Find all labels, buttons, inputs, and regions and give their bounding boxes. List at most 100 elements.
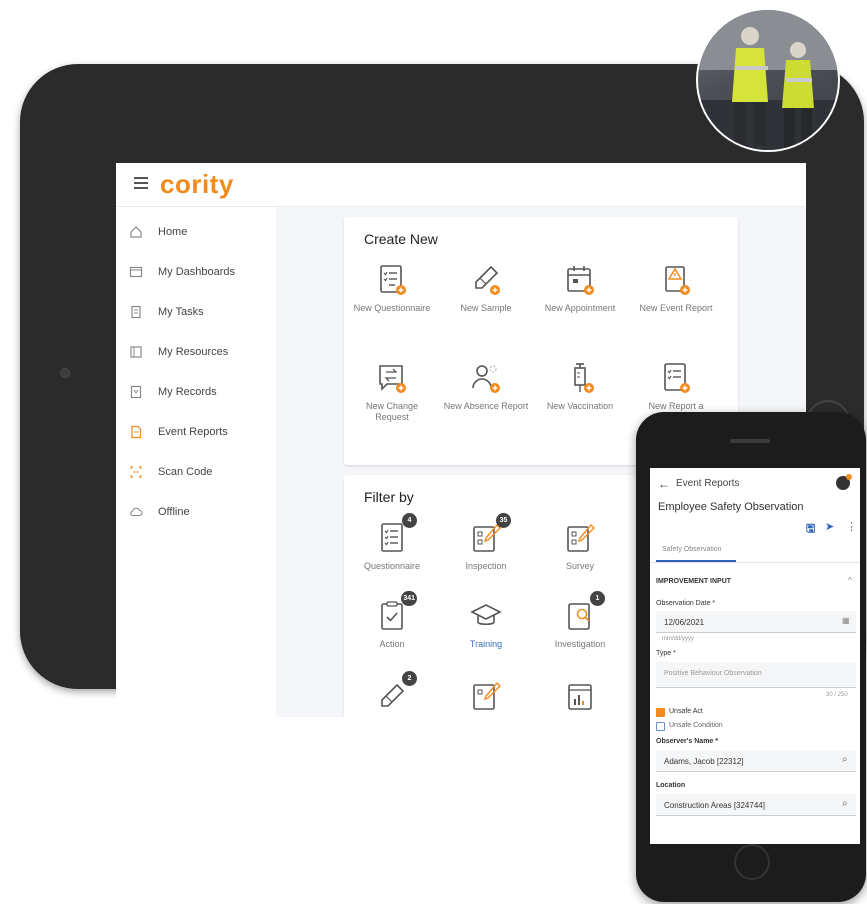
filter-tile-inspection[interactable]: 35 Inspection xyxy=(442,513,530,572)
sidebar-item-my-records[interactable]: My Records xyxy=(128,381,273,403)
phone-speaker xyxy=(730,439,770,443)
phone-screen: ← Event Reports Employee Safety Observat… xyxy=(650,468,860,844)
search-icon[interactable]: ⌕ xyxy=(842,754,848,765)
notification-dot xyxy=(846,474,852,480)
unsafe-act-checkbox[interactable] xyxy=(656,708,665,717)
report-vaccination-add-icon xyxy=(659,361,693,395)
cloud-offline-icon xyxy=(128,504,144,520)
observer-name-label: Observer's Name * xyxy=(656,738,718,745)
sidebar-item-home[interactable]: Home xyxy=(128,221,273,243)
count-badge: 4 xyxy=(402,513,417,528)
sidebar-item-scan-code[interactable]: Scan Code xyxy=(128,461,273,483)
app-header: cority xyxy=(116,163,806,207)
observation-date-label: Observation Date * xyxy=(656,600,716,607)
count-badge: 341 xyxy=(401,591,417,606)
divider xyxy=(650,562,860,563)
sidebar-item-label: My Tasks xyxy=(158,306,204,318)
survey-icon xyxy=(563,521,597,555)
report-icon xyxy=(563,679,597,713)
records-icon xyxy=(128,384,144,400)
char-count: 30 / 250 xyxy=(826,692,848,698)
date-format-hint: mm/dd/yyyy xyxy=(662,636,695,642)
appointment-add-icon xyxy=(563,263,597,297)
type-field[interactable]: Positive Behaviour Observation xyxy=(656,662,856,688)
tile-new-sample[interactable]: New Sample xyxy=(442,263,530,314)
count-badge: 2 xyxy=(402,671,417,686)
sidebar-item-label: Scan Code xyxy=(158,466,213,478)
count-badge: 1 xyxy=(590,591,605,606)
marketing-composite: cority Home My Dashboards My Tasks My Re… xyxy=(0,0,867,904)
hamburger-menu-icon[interactable] xyxy=(134,177,148,189)
sidebar-item-my-tasks[interactable]: My Tasks xyxy=(128,301,273,323)
training-icon xyxy=(469,599,503,633)
filter-tile-investigation[interactable]: 1 Investigation xyxy=(536,591,624,650)
tile-new-questionnaire[interactable]: New Questionnaire xyxy=(348,263,436,314)
sidebar: Home My Dashboards My Tasks My Resources… xyxy=(116,207,276,717)
tasks-icon xyxy=(128,304,144,320)
count-badge: 35 xyxy=(496,513,511,528)
vaccination-add-icon xyxy=(563,361,597,395)
chevron-up-icon[interactable]: ^ xyxy=(848,576,852,585)
section-header: IMPROVEMENT INPUT xyxy=(656,578,732,585)
more-menu-icon[interactable]: ⋮ xyxy=(846,520,857,533)
tile-new-vaccination[interactable]: New Vaccination xyxy=(536,361,624,412)
change-request-add-icon xyxy=(375,361,409,395)
filter-tile-training[interactable]: Training xyxy=(442,599,530,650)
location-field[interactable]: Construction Areas [324744] ⌕ xyxy=(656,794,856,816)
sample-icon: 2 xyxy=(375,671,417,713)
sample-add-icon xyxy=(469,263,503,297)
calendar-icon[interactable]: ▦ xyxy=(842,616,850,625)
tile-new-change-request[interactable]: New Change Request xyxy=(348,361,436,423)
sidebar-item-my-dashboards[interactable]: My Dashboards xyxy=(128,261,273,283)
sidebar-item-label: Offline xyxy=(158,506,190,518)
sidebar-item-label: Event Reports xyxy=(158,426,228,438)
phone-device: ← Event Reports Employee Safety Observat… xyxy=(636,412,866,902)
workers-photo xyxy=(696,8,840,152)
inspection-icon: 35 xyxy=(469,513,511,555)
create-new-title: Create New xyxy=(364,231,438,247)
filter-tile-survey[interactable]: Survey xyxy=(536,521,624,572)
filter-tile-sample[interactable]: 2 xyxy=(348,671,436,717)
sidebar-item-label: Home xyxy=(158,226,188,238)
investigation-icon: 1 xyxy=(563,591,605,633)
action-icon: 341 xyxy=(375,591,417,633)
filter-by-title: Filter by xyxy=(364,489,414,505)
sidebar-item-event-reports[interactable]: Event Reports xyxy=(128,421,273,443)
tile-new-absence-report[interactable]: New Absence Report xyxy=(442,361,530,412)
sidebar-item-label: My Resources xyxy=(158,346,229,358)
filter-tile-questionnaire[interactable]: 4 Questionnaire xyxy=(348,513,436,572)
tile-new-appointment[interactable]: New Appointment xyxy=(536,263,624,314)
sidebar-item-label: My Records xyxy=(158,386,217,398)
location-label: Location xyxy=(656,782,686,789)
tablet-camera xyxy=(60,368,70,378)
event-reports-icon xyxy=(128,424,144,440)
sidebar-item-offline[interactable]: Offline xyxy=(128,501,273,523)
observation-date-field[interactable]: 12/06/2021 ▦ xyxy=(656,611,856,633)
resources-icon xyxy=(128,344,144,360)
phone-home-button[interactable] xyxy=(734,844,770,880)
sidebar-item-my-resources[interactable]: My Resources xyxy=(128,341,273,363)
observer-name-field[interactable]: Adams, Jacob [22312] ⌕ xyxy=(656,750,856,772)
tile-new-event-report[interactable]: New Event Report xyxy=(632,263,720,314)
type-label: Type * xyxy=(656,650,676,657)
search-icon[interactable]: ⌕ xyxy=(842,798,848,809)
unsafe-condition-label: Unsafe Condition xyxy=(669,722,723,729)
header-title: Event Reports xyxy=(676,478,740,489)
unsafe-act-label: Unsafe Act xyxy=(669,708,703,715)
unsafe-condition-checkbox[interactable] xyxy=(656,722,665,731)
save-icon[interactable]: 🖫 xyxy=(806,520,815,539)
home-icon xyxy=(128,224,144,240)
questionnaire-icon: 4 xyxy=(375,513,417,555)
filter-tile-inspection-2[interactable] xyxy=(442,679,530,717)
tab-safety-observation[interactable]: Safety Observation xyxy=(662,546,722,553)
dashboard-icon xyxy=(128,264,144,280)
filter-tile-report[interactable] xyxy=(536,679,624,717)
sidebar-item-label: My Dashboards xyxy=(158,266,236,278)
form-title: Employee Safety Observation xyxy=(658,501,804,513)
questionnaire-add-icon xyxy=(375,263,409,297)
back-arrow-icon[interactable]: ← xyxy=(658,477,670,491)
absence-report-add-icon xyxy=(469,361,503,395)
filter-tile-action[interactable]: 341 Action xyxy=(348,591,436,650)
inspection-icon xyxy=(469,679,503,713)
send-icon[interactable]: ➤ xyxy=(825,520,834,533)
